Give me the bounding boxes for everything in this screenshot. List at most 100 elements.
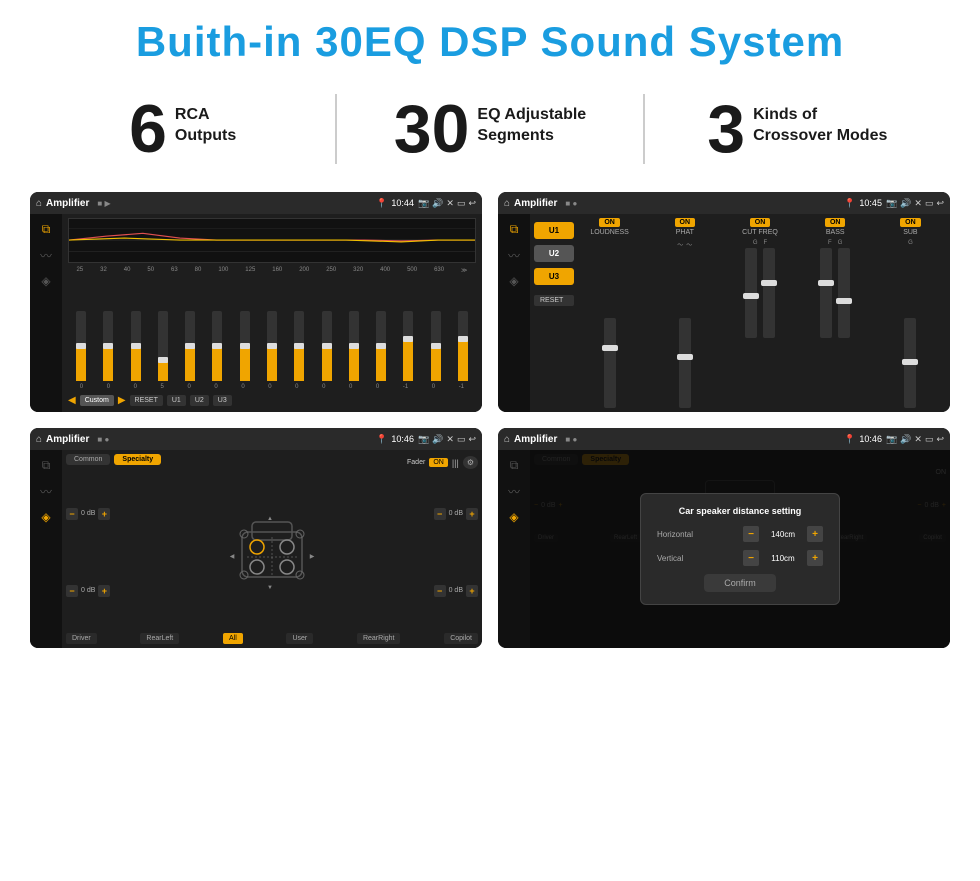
vertical-plus-btn[interactable]: +	[807, 550, 823, 566]
left-front-plus[interactable]: +	[98, 508, 110, 520]
stat-text-rca: RCAOutputs	[175, 95, 236, 147]
back-icon-2[interactable]: ↩	[936, 198, 944, 209]
speaker-icon-3[interactable]: ◈	[41, 510, 50, 524]
screen-fader: ⌂ Amplifier ■ ● 📍 10:46 📷 🔊 ✕ ▭ ↩ ⧉ 〰 ◈	[30, 428, 482, 648]
header-section: Buith-in 30EQ DSP Sound System	[0, 0, 980, 76]
close-icon[interactable]: ✕	[446, 198, 454, 209]
right-front-db: 0 dB	[449, 510, 463, 517]
eq-prev-btn[interactable]: ◀	[68, 395, 76, 406]
eq-bottom-bar: ◀ Custom ▶ RESET U1 U2 U3	[68, 393, 476, 408]
fader-tab-common[interactable]: Common	[66, 454, 110, 465]
eq-slider-15[interactable]	[458, 311, 468, 381]
loudness-slider[interactable]	[574, 240, 645, 408]
back-icon-4[interactable]: ↩	[936, 434, 944, 445]
eq-slider-1[interactable]	[76, 311, 86, 381]
dialog-title: Car speaker distance setting	[657, 506, 823, 516]
rearleft-btn[interactable]: RearLeft	[140, 633, 179, 644]
fader-left-controls: − 0 dB + − 0 dB +	[66, 475, 110, 629]
eq-slider-14[interactable]	[431, 311, 441, 381]
u2-button[interactable]: U2	[534, 245, 574, 262]
speaker-icon-4[interactable]: ◈	[509, 510, 518, 524]
fader-on-badge[interactable]: ON	[429, 458, 448, 467]
fader-settings-icon[interactable]: ⚙	[463, 456, 478, 469]
eq-reset-btn[interactable]: RESET	[130, 395, 163, 406]
bass-on-badge[interactable]: ON	[825, 218, 846, 227]
back-icon[interactable]: ↩	[468, 198, 476, 209]
sub-slider[interactable]	[875, 248, 946, 408]
close-icon-4[interactable]: ✕	[914, 434, 922, 445]
distance-dialog-overlay: Car speaker distance setting Horizontal …	[530, 450, 950, 648]
vertical-label: Vertical	[657, 554, 683, 563]
eq-slider-8[interactable]	[267, 311, 277, 381]
crossover-reset-btn[interactable]: RESET	[534, 295, 574, 306]
left-front-minus[interactable]: −	[66, 508, 78, 520]
close-icon-3[interactable]: ✕	[446, 434, 454, 445]
horizontal-plus-btn[interactable]: +	[807, 526, 823, 542]
right-rear-ctrl: − 0 dB +	[434, 585, 478, 597]
eq-slider-5[interactable]	[185, 311, 195, 381]
rearright-btn[interactable]: RearRight	[357, 633, 401, 644]
wave-icon-3[interactable]: 〰	[40, 483, 52, 500]
eq-slider-6[interactable]	[212, 311, 222, 381]
copilot-btn[interactable]: Copilot	[444, 633, 478, 644]
u1-button[interactable]: U1	[534, 222, 574, 239]
close-icon-2[interactable]: ✕	[914, 198, 922, 209]
eq-slider-7[interactable]	[240, 311, 250, 381]
driver-btn[interactable]: Driver	[66, 633, 97, 644]
camera-icon-4: 📷	[886, 434, 897, 445]
horizontal-minus-btn[interactable]: −	[743, 526, 759, 542]
wave-icon[interactable]: 〰	[40, 247, 52, 264]
right-front-minus[interactable]: −	[434, 508, 446, 520]
eq-slider-11[interactable]	[349, 311, 359, 381]
left-rear-plus[interactable]: +	[98, 585, 110, 597]
vertical-minus-btn[interactable]: −	[743, 550, 759, 566]
channel-sub: ON SUB G	[875, 218, 946, 408]
eq-slider-12[interactable]	[376, 311, 386, 381]
eq-slider-4[interactable]	[158, 311, 168, 381]
eq-slider-3[interactable]	[131, 311, 141, 381]
topbar-eq: ⌂ Amplifier ■ ▶ 📍 10:44 📷 🔊 ✕ ▭ ↩	[30, 192, 482, 214]
right-rear-minus[interactable]: −	[434, 585, 446, 597]
right-rear-plus[interactable]: +	[466, 585, 478, 597]
speaker-icon[interactable]: ◈	[41, 274, 50, 288]
u3-button[interactable]: U3	[534, 268, 574, 285]
eq-icon-4[interactable]: ⧉	[510, 458, 519, 473]
phat-slider[interactable]	[649, 251, 720, 408]
home-icon-4[interactable]: ⌂	[504, 434, 510, 445]
confirm-button[interactable]: Confirm	[704, 574, 776, 592]
eq-u3-btn[interactable]: U3	[213, 395, 232, 406]
home-icon-3[interactable]: ⌂	[36, 434, 42, 445]
eq-u1-btn[interactable]: U1	[167, 395, 186, 406]
loudness-on-badge[interactable]: ON	[599, 218, 620, 227]
topbar-icons-crossover: 📷 🔊 ✕ ▭ ↩	[886, 198, 944, 209]
eq-custom-btn[interactable]: Custom	[80, 395, 114, 406]
cutfreq-on-badge[interactable]: ON	[750, 218, 771, 227]
eq-slider-10[interactable]	[322, 311, 332, 381]
eq-slider-2[interactable]	[103, 311, 113, 381]
all-btn[interactable]: All	[223, 633, 243, 644]
eq-u2-btn[interactable]: U2	[190, 395, 209, 406]
eq-next-btn[interactable]: ▶	[118, 395, 126, 406]
stat-eq: 30 EQ AdjustableSegments	[367, 95, 612, 163]
eq-icon[interactable]: ⧉	[42, 222, 51, 237]
svg-text:▲: ▲	[267, 516, 273, 522]
eq-icon-2[interactable]: ⧉	[510, 222, 519, 237]
left-rear-minus[interactable]: −	[66, 585, 78, 597]
home-icon[interactable]: ⌂	[36, 198, 42, 209]
sub-on-badge[interactable]: ON	[900, 218, 921, 227]
wave-icon-4[interactable]: 〰	[508, 483, 520, 500]
home-icon-2[interactable]: ⌂	[504, 198, 510, 209]
fader-tab-specialty[interactable]: Specialty	[114, 454, 161, 465]
right-front-plus[interactable]: +	[466, 508, 478, 520]
eq-slider-13[interactable]	[403, 311, 413, 381]
back-icon-3[interactable]: ↩	[468, 434, 476, 445]
eq-slider-9[interactable]	[294, 311, 304, 381]
screen-crossover: ⌂ Amplifier ■ ● 📍 10:45 📷 🔊 ✕ ▭ ↩ ⧉ 〰 ◈	[498, 192, 950, 412]
phat-on-badge[interactable]: ON	[675, 218, 696, 227]
eq-icon-3[interactable]: ⧉	[42, 458, 51, 473]
speaker-icon-2[interactable]: ◈	[509, 274, 518, 288]
distance-dialog: Car speaker distance setting Horizontal …	[640, 493, 840, 605]
user-btn[interactable]: User	[286, 633, 313, 644]
wave-icon-2[interactable]: 〰	[508, 247, 520, 264]
crossover-channels: ON LOUDNESS ON PHAT ～～	[574, 218, 946, 408]
